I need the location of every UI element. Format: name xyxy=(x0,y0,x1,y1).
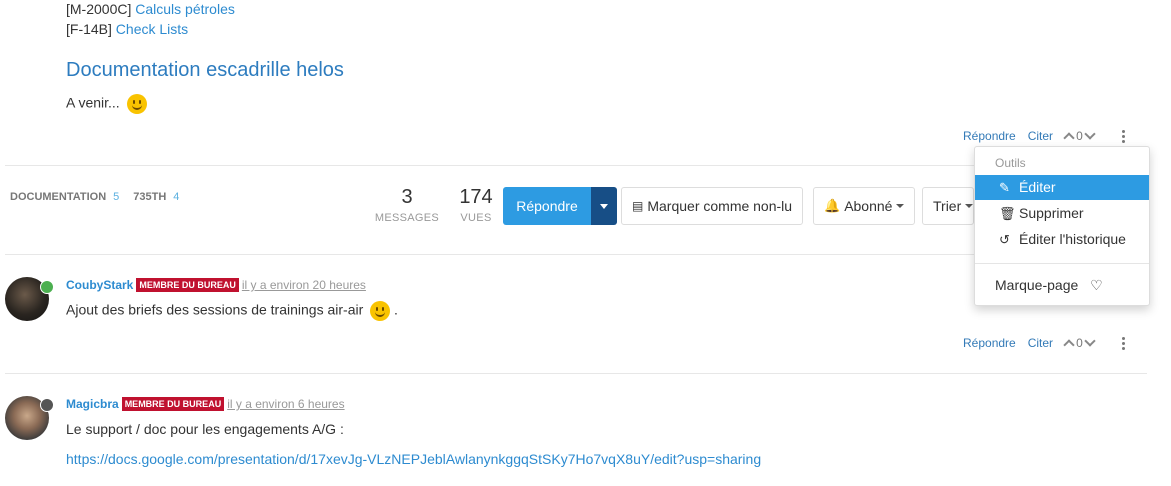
ref-line-f14b: [F-14B] Check Lists xyxy=(66,21,188,37)
downvote-icon[interactable] xyxy=(1084,128,1096,140)
reply-link[interactable]: Répondre xyxy=(963,336,1016,350)
vote-control: 0 xyxy=(1063,128,1096,144)
menu-item-label: Marque-page xyxy=(995,277,1079,293)
subscribed-button[interactable]: 🔔 Abonné xyxy=(813,187,916,225)
messages-count: 3 xyxy=(401,186,413,208)
menu-item-label: Éditer l'historique xyxy=(1019,231,1126,247)
vote-count: 0 xyxy=(1076,129,1083,143)
menu-item-label: Éditer xyxy=(1019,179,1056,195)
mark-unread-button[interactable]: ▤ Marquer comme non-lu xyxy=(621,187,804,225)
online-status-icon xyxy=(40,280,54,294)
history-icon: ↺ xyxy=(999,232,1010,247)
menu-item-edit-history[interactable]: ↺ Éditer l'historique xyxy=(975,227,1149,252)
menu-header: Outils xyxy=(995,156,1026,170)
sort-label: Trier xyxy=(933,198,962,214)
subscribed-label: Abonné xyxy=(844,198,893,214)
messages-label: MESSAGES xyxy=(374,212,440,224)
ref-link-check-lists[interactable]: Check Lists xyxy=(116,21,188,37)
sort-button[interactable]: Trier xyxy=(922,187,974,225)
quote-link[interactable]: Citer xyxy=(1028,129,1053,143)
group-badge[interactable]: MEMBRE DU BUREAU xyxy=(136,278,239,292)
tag-documentation[interactable]: DOCUMENTATION xyxy=(10,191,106,203)
pencil-icon: ✎ xyxy=(999,180,1010,195)
menu-item-bookmark[interactable]: Marque-page ♡ xyxy=(975,273,1149,298)
stat-messages: 3 MESSAGES xyxy=(372,186,442,224)
vote-count: 0 xyxy=(1076,336,1083,350)
smiley-emoji-icon xyxy=(126,94,147,114)
heart-icon: ♡ xyxy=(1090,277,1103,293)
ref-prefix: [M-2000C] xyxy=(66,1,132,17)
post-header: CoubyStark MEMBRE DU BUREAU il y a environ… xyxy=(66,276,366,292)
post-header: Magicbra MEMBRE DU BUREAU il y a environ 6… xyxy=(66,395,345,411)
tools-dropdown-menu: Outils ✎ Éditer 🗑 Supprimer ↺ Éditer l'h… xyxy=(974,146,1150,306)
menu-item-label: Supprimer xyxy=(1019,205,1084,221)
stat-views: 174 VUES xyxy=(450,186,502,224)
smiley-emoji-icon xyxy=(370,301,391,321)
trash-icon: 🗑 xyxy=(999,206,1016,221)
post-body: Ajout des briefs des sessions de trainin… xyxy=(66,301,398,321)
bell-icon: 🔔 xyxy=(824,198,841,213)
timestamp-link[interactable]: il y a environ 6 heures xyxy=(227,397,344,411)
section-title: Documentation escadrille helos xyxy=(66,59,344,81)
post-link[interactable]: https://docs.google.com/presentation/d/1… xyxy=(66,451,761,467)
offline-status-icon xyxy=(40,398,54,412)
caret-down-icon xyxy=(600,204,608,209)
inbox-icon: ▤ xyxy=(632,199,644,213)
tag-count: 4 xyxy=(173,191,180,203)
post-text-period: . xyxy=(394,301,398,318)
reply-link[interactable]: Répondre xyxy=(963,129,1016,143)
section-text: A venir... xyxy=(66,94,147,114)
mark-unread-label: Marquer comme non-lu xyxy=(647,198,793,214)
downvote-icon[interactable] xyxy=(1084,335,1096,347)
upvote-icon[interactable] xyxy=(1063,339,1075,351)
username-link[interactable]: Magicbra xyxy=(66,397,119,411)
reply-button[interactable]: Répondre xyxy=(503,187,591,225)
caret-down-icon xyxy=(896,204,905,208)
post-text: Ajout des briefs des sessions de trainin… xyxy=(66,301,364,318)
menu-divider xyxy=(975,263,1149,264)
timestamp-link[interactable]: il y a environ 20 heures xyxy=(242,278,366,292)
views-count: 174 xyxy=(459,186,493,208)
ref-line-m2000c: [M-2000C] Calculs pétroles xyxy=(66,1,235,17)
reply-options-button[interactable] xyxy=(591,187,617,225)
group-badge[interactable]: MEMBRE DU BUREAU xyxy=(121,397,225,411)
caret-down-icon xyxy=(965,204,974,208)
views-label: VUES xyxy=(460,212,492,224)
username-link[interactable]: CoubyStark xyxy=(66,278,133,292)
post-tools: Répondre Citer 0 xyxy=(963,128,1125,144)
ref-link-calculs-petroles[interactable]: Calculs pétroles xyxy=(135,1,235,17)
more-options-icon[interactable] xyxy=(1121,336,1125,350)
upvote-icon[interactable] xyxy=(1063,132,1075,144)
quote-link[interactable]: Citer xyxy=(1028,336,1053,350)
more-options-icon[interactable] xyxy=(1121,129,1125,143)
tag-735th[interactable]: 735TH xyxy=(133,191,166,203)
vote-control: 0 xyxy=(1063,335,1096,351)
post-tools: Répondre Citer 0 xyxy=(963,335,1125,351)
menu-item-edit[interactable]: ✎ Éditer xyxy=(975,175,1149,200)
menu-item-delete[interactable]: 🗑 Supprimer xyxy=(975,201,1149,226)
divider xyxy=(5,373,1147,374)
tag-list: DOCUMENTATION 5 735TH 4 xyxy=(10,191,193,203)
post-text: Le support / doc pour les engagements A/… xyxy=(66,421,344,437)
tag-count: 5 xyxy=(113,191,120,203)
section-text-label: A venir... xyxy=(66,94,120,111)
ref-prefix: [F-14B] xyxy=(66,21,112,37)
